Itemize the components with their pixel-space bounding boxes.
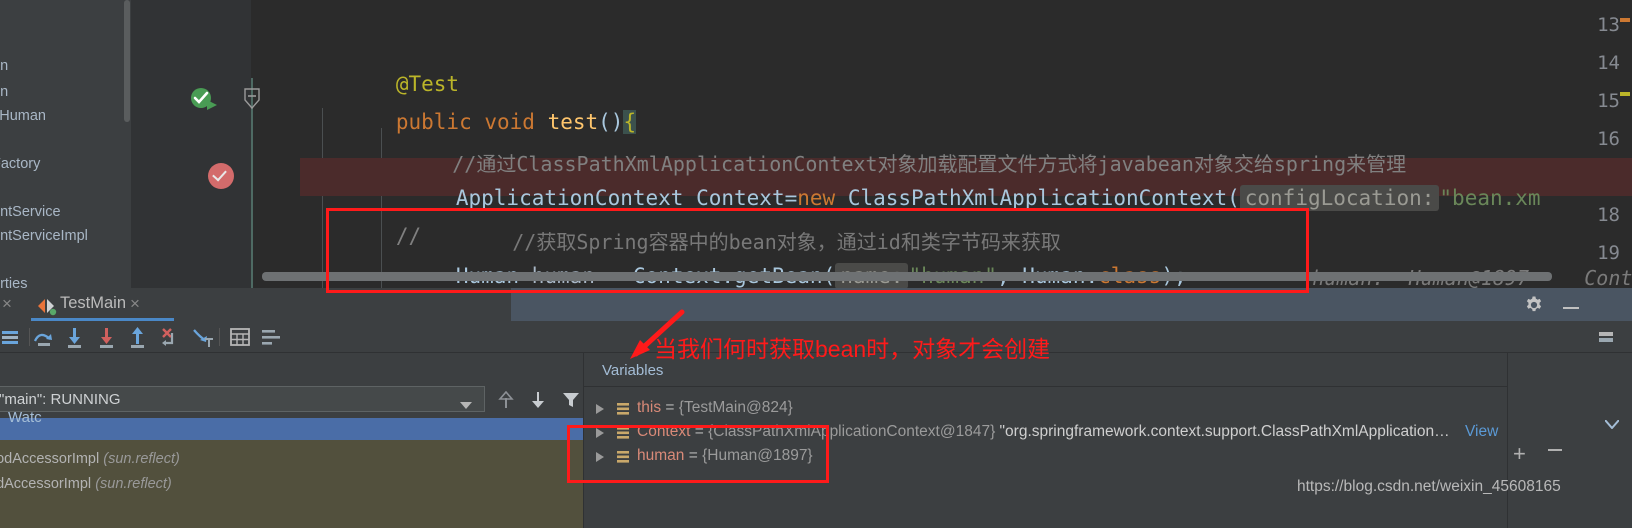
step-out-icon[interactable] [125, 324, 151, 350]
chevron-down-icon[interactable] [1604, 416, 1620, 434]
gear-icon[interactable] [1524, 295, 1544, 320]
gutter-mark[interactable] [1620, 92, 1630, 96]
step-over-icon[interactable] [31, 324, 57, 350]
add-watch-button[interactable]: + [1513, 441, 1526, 467]
line-number: 14 [1597, 52, 1620, 74]
run-configuration-icon [36, 296, 58, 321]
frames-panel[interactable]: "main": RUNNING hodAccessorImpl (sun.ref… [0, 353, 583, 528]
variable-value: {TestMain@824} [678, 399, 793, 416]
variable-string-value: "org.springframework.context.support.Cla… [995, 423, 1450, 440]
line-number: 18 [1597, 204, 1620, 226]
filter-icon[interactable] [562, 391, 580, 414]
thread-selector-label: "main": RUNNING [0, 391, 121, 408]
gutter-mark[interactable] [1620, 18, 1630, 22]
project-tree-scrollbar[interactable] [124, 0, 130, 122]
project-tree-item[interactable]: an [0, 58, 8, 74]
line-number: 15 [1597, 90, 1620, 112]
chevron-down-icon[interactable] [460, 397, 472, 415]
frame-row-selected[interactable] [0, 418, 583, 440]
frame-package: (sun.reflect) [95, 476, 172, 492]
run-to-cursor-icon[interactable] [188, 324, 214, 350]
thread-selector[interactable]: "main": RUNNING [0, 386, 485, 412]
variable-row-this[interactable]: this = {TestMain@824} [637, 399, 793, 417]
step-into-icon[interactable] [62, 324, 88, 350]
watches-panel-title: Watc [8, 409, 42, 426]
project-tree-item[interactable]: untService [0, 204, 61, 220]
project-tree-panel[interactable]: an on cHuman Factory untService untServi… [0, 0, 131, 288]
frame-up-icon[interactable] [498, 390, 514, 414]
project-tree-item[interactable]: on [0, 84, 8, 100]
frame-package: (sun.reflect) [103, 451, 180, 467]
run-test-gutter-icon[interactable] [190, 86, 222, 114]
annotation-note-text: 当我们何时获取bean时，对象才会创建 [654, 336, 1051, 362]
close-icon[interactable]: × [130, 294, 140, 314]
equals: = [661, 399, 679, 416]
panel-settings-icon[interactable] [1595, 324, 1621, 350]
toolbar-separator [29, 328, 30, 346]
frame-method: odAccessorImpl [0, 476, 92, 492]
frame-down-icon[interactable] [530, 391, 546, 414]
project-tree-item[interactable]: cHuman [0, 108, 46, 124]
field-icon [616, 402, 630, 416]
frame-row[interactable]: hodAccessorImpl (sun.reflect) [0, 451, 180, 467]
project-tree-item[interactable]: Factory [0, 156, 40, 172]
annotation-box-code [326, 208, 1309, 293]
fold-collapse-icon[interactable] [243, 88, 261, 110]
annotation-box-variable [567, 425, 829, 483]
tab-label: TestMain [60, 294, 127, 312]
close-icon[interactable]: × [2, 294, 12, 314]
frame-row[interactable]: odAccessorImpl (sun.reflect) [0, 476, 172, 492]
expand-arrow-icon[interactable] [596, 404, 604, 414]
force-step-into-icon[interactable] [94, 324, 120, 350]
line-number: 16 [1597, 128, 1620, 150]
toolbar-separator [219, 328, 220, 346]
remove-watch-button[interactable] [1548, 449, 1562, 451]
minimize-button[interactable] [1563, 307, 1579, 309]
drop-frame-icon[interactable] [157, 324, 183, 350]
view-link[interactable]: View [1465, 423, 1498, 441]
project-tree-item[interactable]: erties [0, 276, 27, 288]
project-tree-item[interactable]: untServiceImpl [0, 228, 88, 244]
evaluate-expression-icon[interactable] [227, 324, 253, 350]
variable-name: this [637, 399, 662, 416]
panel-header-divider [583, 386, 1507, 387]
string-literal-bean-xml: "bean.xm [1439, 186, 1541, 210]
ide-window: an on cHuman Factory untService untServi… [0, 0, 1632, 528]
watermark-url: https://blog.csdn.net/weixin_45608165 [1297, 478, 1561, 495]
breakpoint-icon[interactable] [208, 163, 234, 189]
panel-divider[interactable] [1507, 353, 1508, 528]
line-number: 13 [1597, 14, 1620, 36]
layout-settings-icon[interactable] [259, 324, 285, 350]
inline-value-text: Cont [1584, 266, 1632, 288]
editor-gutter[interactable] [131, 0, 251, 288]
show-execution-point-icon[interactable] [0, 324, 26, 350]
frame-method: hodAccessorImpl [0, 451, 100, 467]
debugger-inline-value-context: Cont [1512, 242, 1632, 288]
